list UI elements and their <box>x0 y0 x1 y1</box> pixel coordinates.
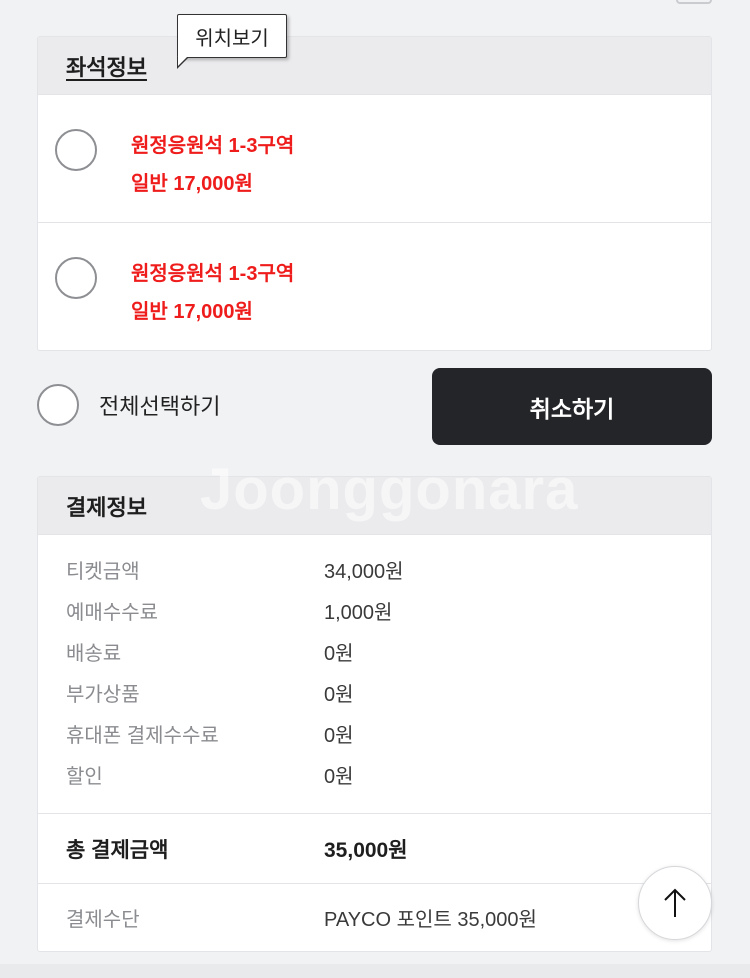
bottom-bar <box>0 964 750 978</box>
seat-price: 일반 17,000원 <box>131 301 253 323</box>
seat-text: 원정응원석 1-3구역 일반 17,000원 <box>131 127 294 203</box>
payment-row: 부가상품 0원 <box>66 672 711 713</box>
arrow-up-icon <box>664 888 686 917</box>
radio-unchecked-icon[interactable] <box>37 384 79 426</box>
seat-section: 원정응원석 1-3구역 <box>131 135 295 157</box>
seat-info-title[interactable]: 좌석정보 <box>66 50 147 82</box>
payment-info-card: 결제정보 티켓금액 34,000원 예매수수료 1,000원 배송료 0원 부가… <box>37 476 712 952</box>
seat-text: 원정응원석 1-3구역 일반 17,000원 <box>131 255 294 331</box>
payment-row: 휴대폰 결제수수료 0원 <box>66 713 711 754</box>
payment-value: 0원 <box>324 684 354 706</box>
payment-value: 34,000원 <box>324 561 404 583</box>
payment-info-title: 결제정보 <box>66 494 147 520</box>
payment-row: 배송료 0원 <box>66 631 711 672</box>
seat-info-card: 좌석정보 원정응원석 1-3구역 일반 17,000원 원정응원석 1-3구역 … <box>37 36 712 351</box>
total-payment-row: 총 결제금액 35,000원 <box>38 813 711 883</box>
total-label: 총 결제금액 <box>66 838 169 862</box>
payment-label: 티켓금액 <box>66 561 140 583</box>
payment-row: 티켓금액 34,000원 <box>66 549 711 590</box>
payment-row: 예매수수료 1,000원 <box>66 590 711 631</box>
top-edge-handle <box>676 0 712 4</box>
payment-value: 0원 <box>324 643 354 665</box>
seat-row[interactable]: 원정응원석 1-3구역 일반 17,000원 <box>38 222 711 350</box>
payment-method-row: 결제수단 PAYCO 포인트 35,000원 <box>38 883 711 951</box>
payment-value: 0원 <box>324 766 354 788</box>
radio-unchecked-icon[interactable] <box>55 129 97 171</box>
payment-value: 0원 <box>324 725 354 747</box>
scroll-top-button[interactable] <box>638 866 712 940</box>
seat-section: 원정응원석 1-3구역 <box>131 263 295 285</box>
payment-value: 1,000원 <box>324 602 393 624</box>
seat-price: 일반 17,000원 <box>131 173 253 195</box>
payment-method-value: PAYCO 포인트 35,000원 <box>324 909 537 931</box>
payment-label: 예매수수료 <box>66 602 158 624</box>
payment-label: 휴대폰 결제수수료 <box>66 725 219 747</box>
payment-row: 할인 0원 <box>66 754 711 795</box>
select-all-label: 전체선택하기 <box>99 394 221 419</box>
payment-method-label: 결제수단 <box>66 909 140 931</box>
location-tooltip[interactable]: 위치보기 <box>177 14 287 69</box>
payment-label: 할인 <box>66 766 103 788</box>
payment-breakdown: 티켓금액 34,000원 예매수수료 1,000원 배송료 0원 부가상품 0원… <box>38 534 711 813</box>
radio-unchecked-icon[interactable] <box>55 257 97 299</box>
seat-row[interactable]: 원정응원석 1-3구역 일반 17,000원 <box>38 94 711 222</box>
payment-label: 부가상품 <box>66 684 140 706</box>
select-all-toggle[interactable]: 전체선택하기 <box>37 384 220 426</box>
cancel-button[interactable]: 취소하기 <box>432 368 712 445</box>
payment-label: 배송료 <box>66 643 122 665</box>
total-value: 35,000원 <box>324 838 408 862</box>
seat-info-header: 좌석정보 <box>38 37 711 94</box>
payment-info-header: 결제정보 <box>38 477 711 534</box>
